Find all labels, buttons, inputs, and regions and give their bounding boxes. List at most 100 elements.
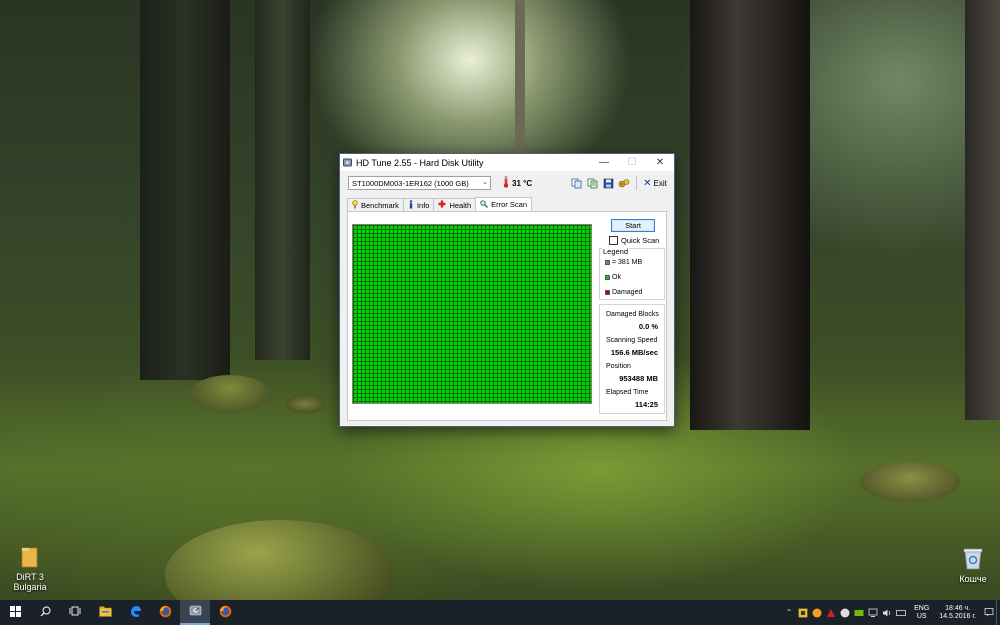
minimize-button[interactable]: — bbox=[590, 154, 618, 171]
nvidia-icon[interactable] bbox=[854, 607, 865, 618]
hdtune-icon bbox=[189, 604, 202, 620]
error-scan-block-map bbox=[352, 224, 592, 404]
tab-label: Error Scan bbox=[491, 200, 527, 209]
window-title: HD Tune 2.55 - Hard Disk Utility bbox=[356, 157, 484, 168]
language-region: US bbox=[916, 612, 927, 620]
block-swatch bbox=[605, 260, 610, 265]
hdtune-taskbar-button[interactable] bbox=[180, 600, 210, 625]
drive-select-value: ST1000DM003-1ER162 (1000 GB) bbox=[352, 178, 469, 188]
firefox-icon bbox=[159, 605, 172, 621]
edge-button[interactable] bbox=[120, 600, 150, 625]
thermometer-icon bbox=[503, 176, 509, 190]
file-explorer-button[interactable] bbox=[90, 600, 120, 625]
tab-bar: Benchmark Info Health Error Scan bbox=[347, 197, 532, 211]
title-bar[interactable]: HD Tune 2.55 - Hard Disk Utility — ☐ ✕ bbox=[340, 154, 674, 171]
close-icon: ✕ bbox=[643, 177, 652, 189]
show-desktop-button[interactable] bbox=[996, 600, 1000, 625]
folder-icon bbox=[0, 546, 60, 570]
legend-ok: Ok bbox=[605, 274, 621, 281]
tab-error-scan[interactable]: Error Scan bbox=[475, 197, 532, 211]
taskbar: ⌃ ENG US 18:46 ч. 14.5.2016 г. bbox=[0, 600, 1000, 625]
app-tray-icon[interactable] bbox=[840, 607, 851, 618]
toolbar-separator bbox=[636, 176, 638, 190]
options-icon[interactable] bbox=[616, 175, 632, 191]
task-view-button[interactable] bbox=[60, 600, 90, 625]
mossy-rock bbox=[860, 462, 960, 502]
ok-swatch bbox=[605, 275, 610, 280]
task-view-icon bbox=[69, 606, 81, 619]
firefox-button-2[interactable] bbox=[210, 600, 240, 625]
app-tray-icon[interactable] bbox=[798, 607, 809, 618]
damaged-blocks-label: Damaged Blocks bbox=[606, 311, 659, 318]
scan-statistics: Damaged Blocks 0.0 % Scanning Speed 156.… bbox=[599, 304, 665, 414]
edge-icon bbox=[129, 605, 142, 621]
desktop-icon-recycle-bin[interactable]: Кошче bbox=[943, 546, 1000, 584]
toolbar: ST1000DM003-1ER162 (1000 GB) ⌄ 31 °C ✕ E… bbox=[340, 171, 674, 195]
desktop-icon-label: DiRT 3 Bulgaria bbox=[13, 572, 47, 592]
health-icon bbox=[438, 200, 446, 210]
tab-health[interactable]: Health bbox=[433, 198, 477, 211]
copy-icon[interactable] bbox=[568, 175, 584, 191]
volume-icon[interactable] bbox=[882, 607, 893, 618]
tab-label: Info bbox=[416, 200, 430, 210]
system-tray: ⌃ ENG US 18:46 ч. 14.5.2016 г. bbox=[782, 600, 1000, 625]
mossy-rock bbox=[165, 520, 395, 600]
mossy-rock bbox=[285, 395, 325, 413]
checkbox-box[interactable] bbox=[609, 236, 618, 245]
temperature-value: 31 °C bbox=[512, 178, 533, 188]
legend-title: Legend bbox=[602, 247, 630, 256]
show-hidden-icons-icon[interactable]: ⌃ bbox=[784, 607, 795, 618]
input-language[interactable]: ENG US bbox=[914, 605, 929, 621]
tree-trunk bbox=[255, 0, 310, 360]
clock-date: 14.5.2016 г. bbox=[939, 612, 976, 620]
keyboard-icon[interactable] bbox=[896, 607, 907, 618]
benchmark-icon bbox=[352, 199, 358, 211]
hdtune-app-icon bbox=[343, 158, 352, 167]
tab-label: Health bbox=[449, 200, 472, 210]
firefox-icon bbox=[219, 605, 232, 621]
network-icon[interactable] bbox=[868, 607, 879, 618]
magnifier-icon bbox=[480, 199, 489, 210]
error-scan-panel: Start Quick Scan Legend = 381 MB Ok Dama… bbox=[347, 211, 667, 421]
quick-scan-label: Quick Scan bbox=[621, 236, 660, 245]
tree-trunk bbox=[690, 0, 810, 430]
tab-info[interactable]: Info bbox=[402, 198, 435, 211]
elapsed-time-value: 114:25 bbox=[635, 400, 658, 409]
tree-trunk bbox=[140, 0, 230, 380]
info-icon bbox=[408, 199, 414, 211]
language-code: ENG bbox=[914, 604, 930, 612]
app-tray-icon[interactable] bbox=[812, 607, 823, 618]
exit-label: Exit bbox=[653, 178, 667, 188]
clock[interactable]: 18:46 ч. 14.5.2016 г. bbox=[939, 605, 976, 621]
exit-button[interactable]: ✕ Exit bbox=[643, 175, 667, 191]
save-icon[interactable] bbox=[600, 175, 616, 191]
legend-damaged: Damaged bbox=[605, 289, 642, 296]
tab-benchmark[interactable]: Benchmark bbox=[347, 198, 404, 211]
close-button[interactable]: ✕ bbox=[646, 154, 674, 171]
search-icon bbox=[40, 606, 51, 620]
tree-trunk bbox=[965, 0, 1000, 420]
toolbar-icons: ✕ Exit bbox=[568, 175, 667, 191]
damaged-swatch bbox=[605, 290, 610, 295]
copy-text-icon[interactable] bbox=[584, 175, 600, 191]
start-button-taskbar[interactable] bbox=[0, 600, 30, 625]
file-explorer-icon bbox=[98, 606, 112, 620]
mossy-rock bbox=[190, 375, 270, 413]
legend-ok-text: Ok bbox=[612, 274, 621, 281]
drive-select[interactable]: ST1000DM003-1ER162 (1000 GB) ⌄ bbox=[348, 176, 491, 190]
desktop-icon-dirt3[interactable]: DiRT 3 Bulgaria bbox=[0, 546, 60, 592]
start-icon bbox=[9, 605, 21, 620]
desktop-icon-label: Кошче bbox=[959, 574, 987, 584]
app-tray-icon[interactable] bbox=[826, 607, 837, 618]
legend-block-size-text: = 381 MB bbox=[612, 259, 643, 266]
firefox-button[interactable] bbox=[150, 600, 180, 625]
quick-scan-checkbox[interactable]: Quick Scan bbox=[609, 236, 659, 245]
search-button[interactable] bbox=[30, 600, 60, 625]
start-button[interactable]: Start bbox=[611, 219, 655, 232]
maximize-button[interactable]: ☐ bbox=[618, 154, 646, 171]
scanning-speed-value: 156.6 MB/sec bbox=[610, 348, 658, 357]
notification-icon bbox=[984, 607, 994, 619]
elapsed-time-label: Elapsed Time bbox=[606, 389, 649, 396]
legend-damaged-text: Damaged bbox=[612, 289, 643, 296]
action-center-button[interactable] bbox=[982, 600, 996, 625]
